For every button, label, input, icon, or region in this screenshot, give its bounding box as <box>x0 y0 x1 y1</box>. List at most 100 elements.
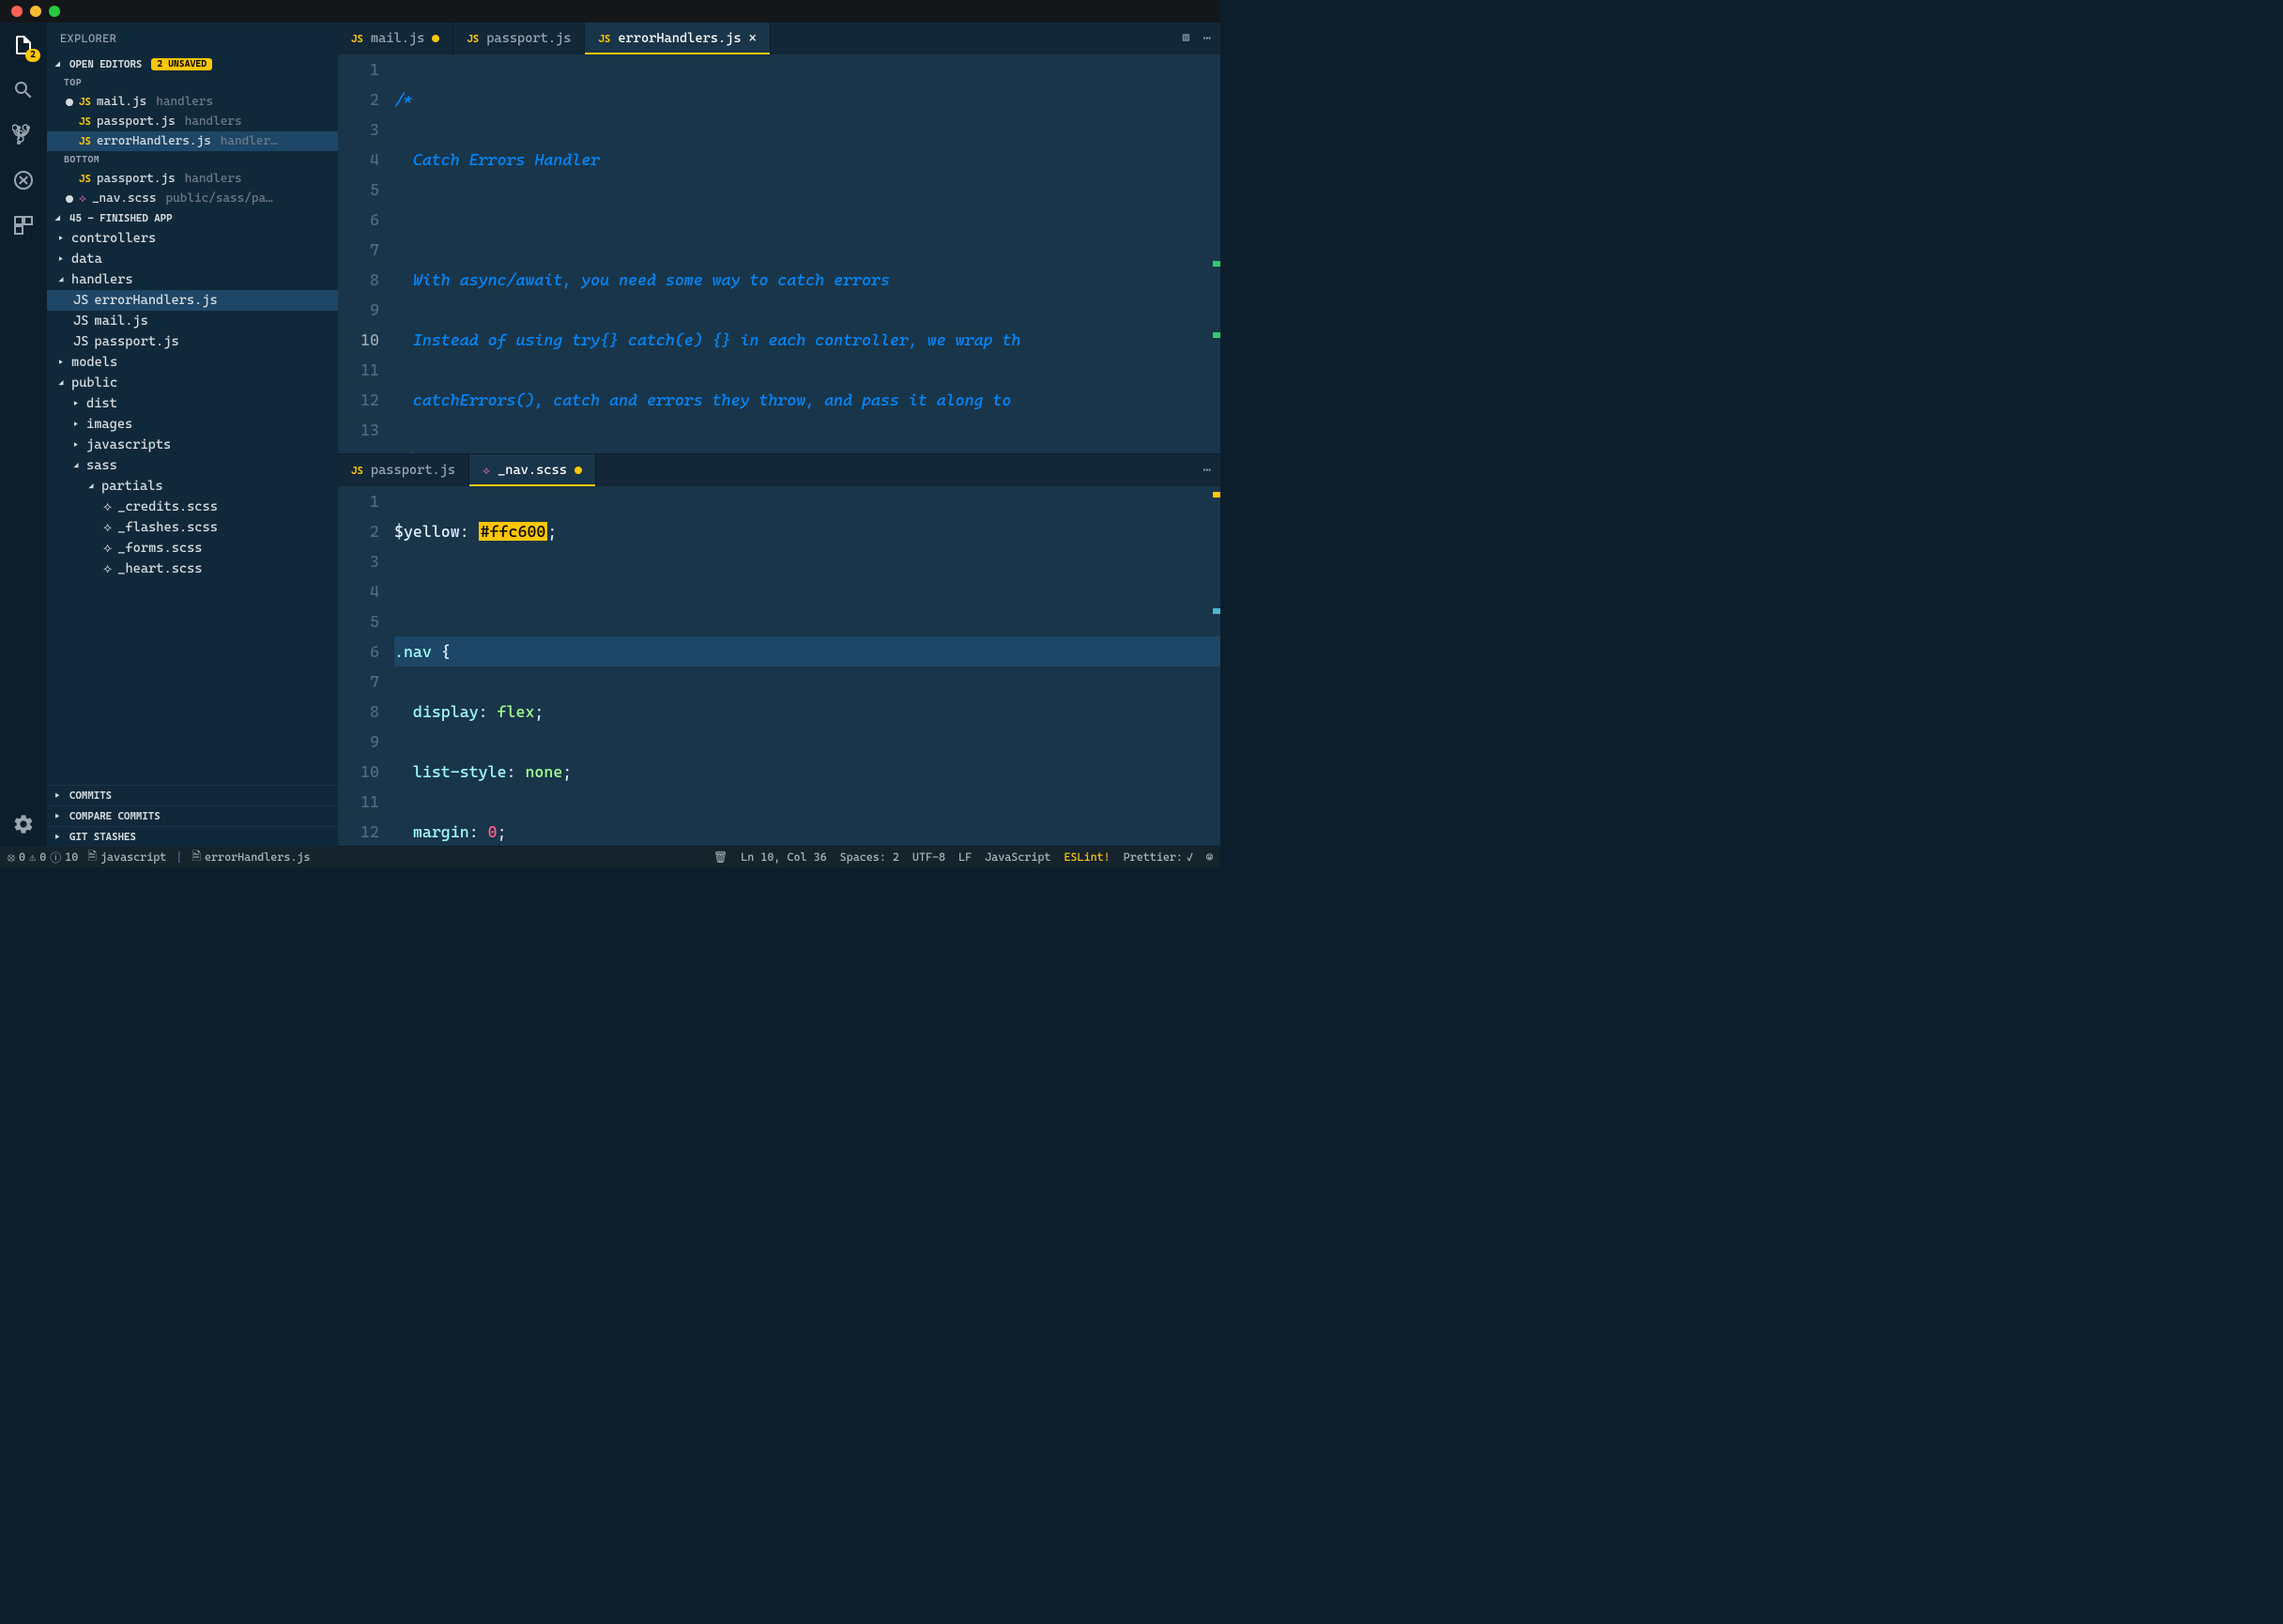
folder-javascripts[interactable]: ▸javascripts <box>47 435 338 455</box>
folder-controllers[interactable]: ▸controllers <box>47 228 338 249</box>
folder-partials[interactable]: ◢partials <box>47 476 338 497</box>
folder-public[interactable]: ◢public <box>47 373 338 393</box>
chevron-down-icon: ◢ <box>54 58 64 70</box>
tab-errorhandlers[interactable]: JS errorHandlers.js × <box>585 23 770 54</box>
editor-item-passport-2[interactable]: JS passport.js handlers <box>47 169 338 189</box>
status-eol[interactable]: LF <box>958 850 972 864</box>
folder-sass[interactable]: ◢sass <box>47 455 338 476</box>
chevron-right-icon: ▸ <box>54 831 64 843</box>
source-control-icon[interactable] <box>10 122 37 148</box>
minimap[interactable] <box>1213 486 1220 846</box>
chevron-down-icon: ◢ <box>88 482 96 492</box>
gutter: 12345678910111213 <box>338 54 394 453</box>
settings-icon[interactable] <box>10 811 37 837</box>
chevron-down-icon: ◢ <box>54 212 64 224</box>
debug-icon[interactable] <box>10 167 37 193</box>
editor-item-passport[interactable]: JS passport.js handlers <box>47 112 338 131</box>
chevron-right-icon: ▸ <box>73 399 81 409</box>
file-errorhandlers[interactable]: JSerrorHandlers.js <box>47 290 338 311</box>
file-heart[interactable]: ⟡_heart.scss <box>47 559 338 579</box>
file-mail[interactable]: JSmail.js <box>47 311 338 331</box>
chevron-right-icon: ▸ <box>54 810 64 822</box>
folder-handlers[interactable]: ◢handlers <box>47 269 338 290</box>
chevron-right-icon: ▸ <box>58 234 66 244</box>
split-editor-icon[interactable]: ▥ <box>1182 31 1189 46</box>
minimap[interactable] <box>1213 54 1220 453</box>
status-encoding[interactable]: UTF-8 <box>912 850 945 864</box>
tab-bar-bottom: JS passport.js ⟡ _nav.scss ⋯ <box>338 454 1220 486</box>
close-icon[interactable]: × <box>749 31 757 46</box>
chevron-right-icon: ▸ <box>54 789 64 802</box>
more-icon[interactable]: ⋯ <box>1203 31 1211 46</box>
status-eslint[interactable]: ESLint! <box>1064 850 1110 864</box>
tab-passport-bottom[interactable]: JS passport.js <box>338 454 469 486</box>
scss-icon: ⟡ <box>103 541 112 556</box>
status-prettier[interactable]: Prettier: ✓ <box>1124 850 1193 864</box>
status-language[interactable]: JavaScript <box>985 850 1050 864</box>
tab-bar-top: JS mail.js JS passport.js JS errorHandle… <box>338 23 1220 54</box>
status-filetype[interactable]: 🗎 javascript <box>87 848 166 867</box>
chevron-down-icon: ◢ <box>73 461 81 471</box>
code-content[interactable]: /* Catch Errors Handler With async/await… <box>394 54 1220 453</box>
status-bucket-icon[interactable]: 🗑 <box>713 850 728 864</box>
status-filename[interactable]: 🗎 errorHandlers.js <box>192 848 310 867</box>
file-credits[interactable]: ⟡_credits.scss <box>47 497 338 517</box>
dirty-dot-icon <box>575 467 582 474</box>
editor-item-nav-scss[interactable]: ⟡ _nav.scss public/sass/pa… <box>47 189 338 208</box>
window-minimize-icon[interactable] <box>30 6 41 17</box>
js-icon: JS <box>467 33 479 45</box>
js-icon: JS <box>73 293 88 308</box>
editor-item-errorhandlers[interactable]: JS errorHandlers.js handler… <box>47 131 338 151</box>
code-content[interactable]: $yellow: #ffc600; .nav { display: flex; … <box>394 486 1220 846</box>
gutter: 123456789101112 <box>338 486 394 846</box>
file-passport[interactable]: JSpassport.js <box>47 331 338 352</box>
info-icon: ⓘ <box>50 850 61 866</box>
tab-nav-scss[interactable]: ⟡ _nav.scss <box>469 454 596 486</box>
status-cursor-pos[interactable]: Ln 10, Col 36 <box>741 850 826 864</box>
status-errors[interactable]: ⦻0 ⚠0 ⓘ10 <box>8 850 78 866</box>
open-editors-header[interactable]: ◢ OPEN EDITORS 2 UNSAVED <box>47 54 338 74</box>
status-spaces[interactable]: Spaces: 2 <box>840 850 899 864</box>
folder-data[interactable]: ▸data <box>47 249 338 269</box>
warning-icon: ⚠ <box>29 850 36 864</box>
tab-mail[interactable]: JS mail.js <box>338 23 453 54</box>
chevron-right-icon: ▸ <box>58 254 66 265</box>
window-close-icon[interactable] <box>11 6 23 17</box>
sidebar: EXPLORER ◢ OPEN EDITORS 2 UNSAVED TOP JS… <box>47 23 338 847</box>
code-editor-top[interactable]: 12345678910111213 /* Catch Errors Handle… <box>338 54 1220 453</box>
project-header[interactable]: ◢ 45 - FINISHED APP <box>47 208 338 228</box>
scss-icon: ⟡ <box>103 520 112 535</box>
chevron-right-icon: ▸ <box>58 358 66 368</box>
editor-item-mail[interactable]: JS mail.js handlers <box>47 92 338 112</box>
js-icon: JS <box>351 33 363 45</box>
editor-area: JS mail.js JS passport.js JS errorHandle… <box>338 23 1220 847</box>
commits-header[interactable]: ▸COMMITS <box>47 785 338 805</box>
js-icon: JS <box>351 465 363 477</box>
activity-bar: 2 <box>0 23 47 847</box>
extensions-icon[interactable] <box>10 212 37 238</box>
window-maximize-icon[interactable] <box>49 6 60 17</box>
status-feedback-icon[interactable]: ☺ <box>1206 850 1213 864</box>
js-icon: JS <box>73 314 88 329</box>
chevron-down-icon: ◢ <box>58 275 66 285</box>
compare-commits-header[interactable]: ▸COMPARE COMMITS <box>47 805 338 826</box>
file-forms[interactable]: ⟡_forms.scss <box>47 538 338 559</box>
file-flashes[interactable]: ⟡_flashes.scss <box>47 517 338 538</box>
folder-dist[interactable]: ▸dist <box>47 393 338 414</box>
folder-images[interactable]: ▸images <box>47 414 338 435</box>
error-icon: ⦻ <box>8 850 15 865</box>
js-icon: JS <box>79 135 91 147</box>
more-icon[interactable]: ⋯ <box>1203 463 1211 478</box>
scss-icon: ⟡ <box>79 192 86 206</box>
explorer-icon[interactable]: 2 <box>10 32 37 58</box>
sidebar-title: EXPLORER <box>47 23 338 54</box>
code-editor-bottom[interactable]: 123456789101112 $yellow: #ffc600; .nav {… <box>338 486 1220 846</box>
chevron-right-icon: ▸ <box>73 420 81 430</box>
git-stashes-header[interactable]: ▸GIT STASHES <box>47 826 338 847</box>
unsaved-badge: 2 UNSAVED <box>151 58 212 70</box>
folder-models[interactable]: ▸models <box>47 352 338 373</box>
dirty-dot-icon <box>432 35 439 42</box>
group-bottom-label: BOTTOM <box>47 151 338 169</box>
search-icon[interactable] <box>10 77 37 103</box>
tab-passport[interactable]: JS passport.js <box>453 23 585 54</box>
